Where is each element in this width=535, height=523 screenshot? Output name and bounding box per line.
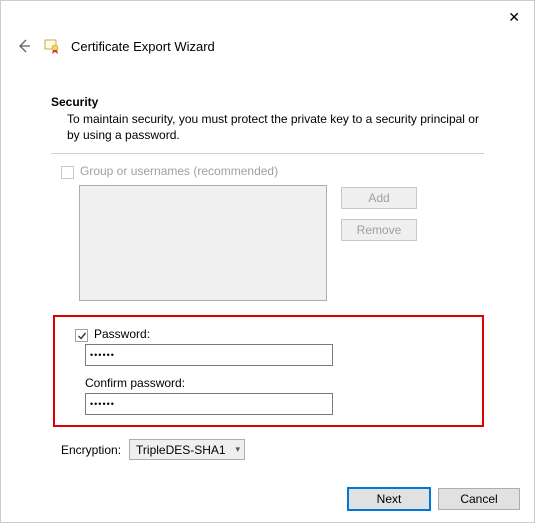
wizard-content: Security To maintain security, you must … <box>1 65 534 460</box>
remove-button: Remove <box>341 219 417 241</box>
password-label: Password: <box>94 327 150 341</box>
groups-listbox <box>79 185 327 301</box>
back-arrow-icon[interactable] <box>15 37 33 55</box>
confirm-password-input[interactable] <box>85 393 333 415</box>
cancel-button[interactable]: Cancel <box>438 488 520 510</box>
certificate-wizard-icon <box>43 37 61 55</box>
titlebar: ✕ <box>1 1 534 33</box>
groups-checkbox-label: Group or usernames (recommended) <box>80 164 278 178</box>
password-input[interactable] <box>85 344 333 366</box>
encryption-row: Encryption: TripleDES-SHA1 ▾ <box>61 439 484 460</box>
password-checkbox[interactable] <box>75 329 88 342</box>
close-button[interactable]: ✕ <box>508 9 520 26</box>
next-button[interactable]: Next <box>348 488 430 510</box>
wizard-title: Certificate Export Wizard <box>71 39 215 54</box>
wizard-footer: Next Cancel <box>348 488 520 510</box>
confirm-password-label: Confirm password: <box>85 376 472 390</box>
encryption-dropdown[interactable]: TripleDES-SHA1 ▾ <box>129 439 245 460</box>
add-button: Add <box>341 187 417 209</box>
encryption-selected: TripleDES-SHA1 <box>136 443 226 457</box>
groups-area: Add Remove <box>79 185 484 301</box>
groups-checkbox-row: Group or usernames (recommended) <box>51 164 484 179</box>
divider <box>51 153 484 154</box>
security-description: To maintain security, you must protect t… <box>51 111 484 143</box>
wizard-header: Certificate Export Wizard <box>1 33 534 65</box>
security-heading: Security <box>51 95 484 109</box>
chevron-down-icon: ▾ <box>236 444 241 455</box>
encryption-label: Encryption: <box>61 443 121 457</box>
password-section-highlight: Password: Confirm password: <box>53 315 484 427</box>
groups-checkbox[interactable] <box>61 166 74 179</box>
